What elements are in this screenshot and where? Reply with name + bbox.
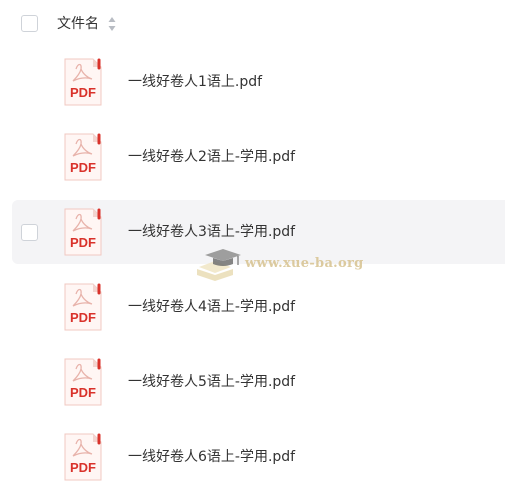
pdf-file-icon: PDF [64,433,102,481]
pdf-icon-label: PDF [70,460,96,475]
pdf-file-icon: PDF [64,133,102,181]
file-name[interactable]: 一线好卷人1语上.pdf [128,71,262,93]
file-name[interactable]: 一线好卷人6语上-学用.pdf [128,446,295,468]
column-header-filename[interactable]: 文件名 [57,14,99,34]
select-all-checkbox[interactable] [21,15,38,32]
file-name[interactable]: 一线好卷人4语上-学用.pdf [128,296,295,318]
pdf-icon-label: PDF [70,310,96,325]
file-name[interactable]: 一线好卷人2语上-学用.pdf [128,146,295,168]
file-row[interactable]: PDF 一线好卷人6语上-学用.pdf [12,425,505,489]
file-name[interactable]: 一线好卷人3语上-学用.pdf [128,221,295,243]
pdf-file-icon: PDF [64,208,102,256]
pdf-icon-label: PDF [70,160,96,175]
graduation-cap-icon [197,249,241,281]
sort-updown-icon[interactable] [108,15,116,33]
file-row[interactable]: PDF 一线好卷人5语上-学用.pdf [12,350,505,414]
pdf-icon-label: PDF [70,385,96,400]
pdf-file-icon: PDF [64,358,102,406]
pdf-icon-label: PDF [70,85,96,100]
file-row[interactable]: PDF 一线好卷人1语上.pdf [12,50,505,114]
pdf-file-icon: PDF [64,58,102,106]
file-row[interactable]: PDF 一线好卷人2语上-学用.pdf [12,125,505,189]
pdf-file-icon: PDF [64,283,102,331]
watermark-text: www.xue-ba.org [245,256,364,271]
row-checkbox[interactable] [21,224,38,241]
file-list-header: 文件名 [0,0,505,48]
file-name[interactable]: 一线好卷人5语上-学用.pdf [128,371,295,393]
pdf-icon-label: PDF [70,235,96,250]
watermark: www.xue-ba.org [193,245,363,285]
file-list-page: 文件名 PDF 一线好卷人1语上.pdf PDF 一线好卷人2语上-学用.pdf PDF… [0,0,505,500]
